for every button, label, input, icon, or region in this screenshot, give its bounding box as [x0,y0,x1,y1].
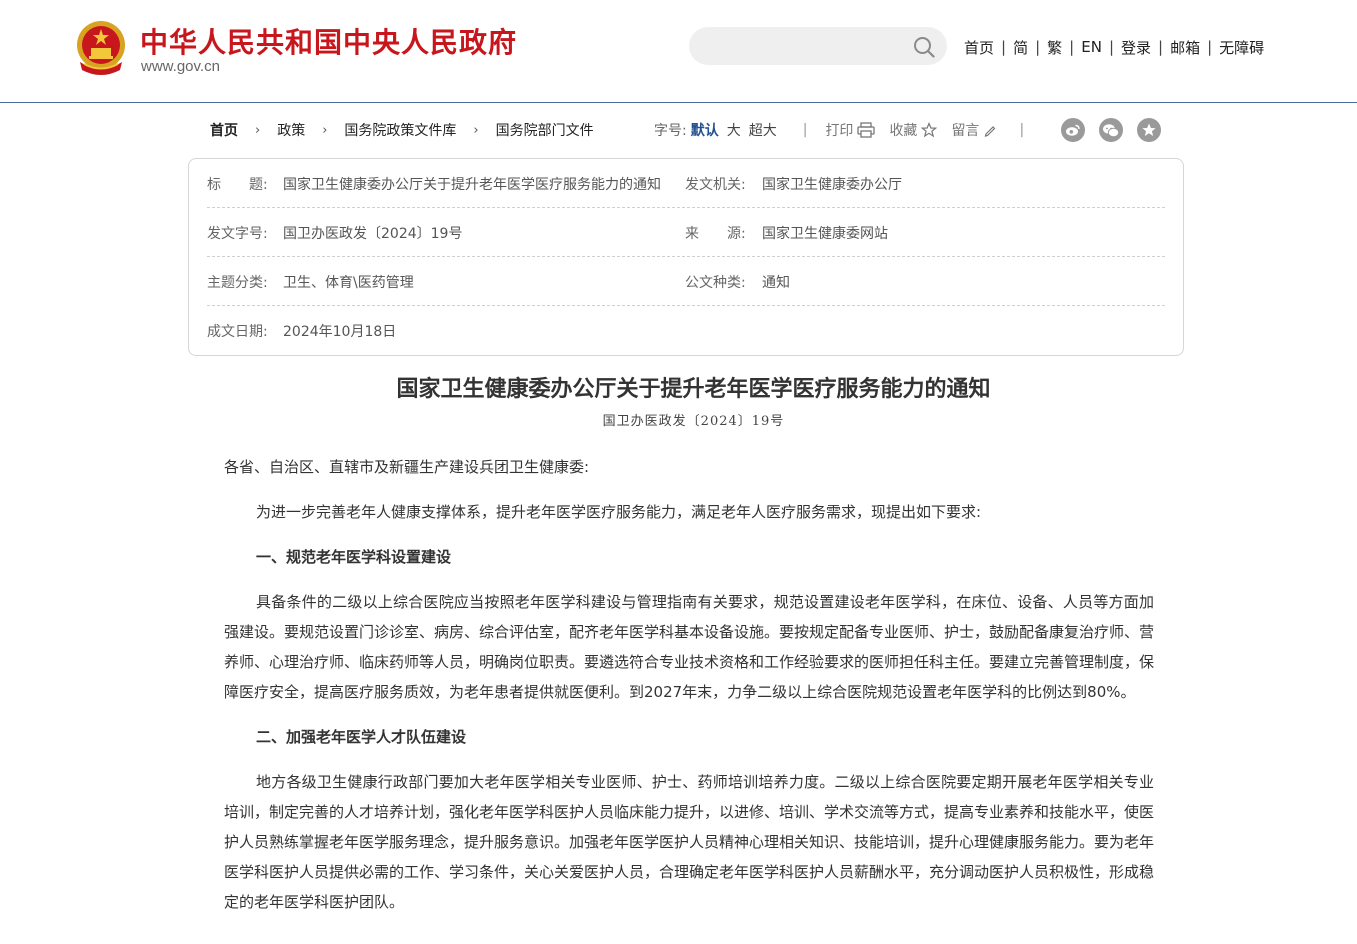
search-icon[interactable] [913,36,935,58]
nav-login[interactable]: 登录 [1121,37,1151,58]
weibo-icon[interactable] [1061,118,1085,142]
site-url: www.gov.cn [141,58,220,75]
comment-label: 留言 [951,123,980,139]
article-salutation: 各省、自治区、直辖市及新疆生产建设兵团卫生健康委: [224,458,590,476]
document-info-box: 标 题: 国家卫生健康委办公厅关于提升老年医学医疗服务能力的通知 发文机关: 国… [188,158,1184,356]
title-label: 标 题: [207,177,268,193]
breadcrumb-department-docs[interactable]: 国务院部门文件 [496,120,594,140]
wechat-icon[interactable] [1099,118,1123,142]
section-heading: 二、加强老年医学人才队伍建设 [256,728,467,746]
chevron-right-icon: › [322,122,328,138]
font-size-xlarge[interactable]: 超大 [749,120,777,140]
font-size-default[interactable]: 默认 [691,120,719,140]
date-value: 2024年10月18日 [283,324,397,340]
source-label: 来 源: [685,226,746,242]
nav-separator: | [1035,38,1041,56]
doctype-label: 公文种类: [685,275,746,291]
national-emblem-logo[interactable] [74,20,128,76]
source-value: 国家卫生健康委网站 [762,226,888,242]
nav-separator: | [1001,38,1007,56]
nav-separator: | [1207,38,1213,56]
info-row-date: 成文日期: 2024年10月18日 [207,306,1165,354]
info-row-title: 标 题: 国家卫生健康委办公厅关于提升老年医学医疗服务能力的通知 发文机关: 国… [207,159,1165,208]
nav-home[interactable]: 首页 [964,37,994,58]
site-name[interactable]: 中华人民共和国中央人民政府 [140,21,517,61]
breadcrumb-policy-library[interactable]: 国务院政策文件库 [344,120,456,140]
date-label: 成文日期: [207,324,268,340]
chevron-right-icon: › [255,122,261,138]
doctype-value: 通知 [762,275,790,291]
print-button[interactable]: 打印 [825,120,876,140]
top-nav: 首页 | 简 | 繁 | EN | 登录 | 邮箱 | 无障碍 [964,36,1264,58]
article-body: 各省、自治区、直辖市及新疆生产建设兵团卫生健康委: 为进一步完善老年人健康支撑体… [224,452,1154,932]
section-paragraph: 地方各级卫生健康行政部门要加大老年医学相关专业医师、护士、药师培训培养力度。二级… [224,773,1155,911]
info-row-docno: 发文字号: 国卫办医政发〔2024〕19号 来 源: 国家卫生健康委网站 [207,208,1165,257]
article-intro: 为进一步完善老年人健康支撑体系，提升老年医学医疗服务能力，满足老年人医疗服务需求… [256,503,982,521]
nav-simplified[interactable]: 简 [1013,37,1028,58]
breadcrumb-home[interactable]: 首页 [210,120,238,140]
section-heading: 一、规范老年医学科设置建设 [256,548,452,566]
topic-label: 主题分类: [207,275,268,291]
issuer-value: 国家卫生健康委办公厅 [762,177,902,193]
search-input[interactable] [705,35,899,59]
topic-value: 卫生、体育\医药管理 [283,275,414,291]
article-tools: 字号: 默认 大 超大 | 打印 收藏 留言 | [654,119,1044,141]
star-icon[interactable] [1137,118,1161,142]
section-paragraph: 具备条件的二级以上综合医院应当按照老年医学科建设与管理指南有关要求，规范设置建设… [224,593,1155,701]
article-title: 国家卫生健康委办公厅关于提升老年医学医疗服务能力的通知 [396,376,991,402]
nav-separator: | [1108,38,1114,56]
nav-separator: | [1158,38,1164,56]
article-doc-number: 国卫办医政发〔2024〕19号 [602,414,785,429]
nav-accessibility[interactable]: 无障碍 [1219,37,1264,58]
star-outline-icon [921,122,938,138]
comment-button[interactable]: 留言 [951,120,997,140]
nav-mail[interactable]: 邮箱 [1170,37,1200,58]
nav-traditional[interactable]: 繁 [1047,37,1062,58]
print-label: 打印 [825,123,854,139]
chevron-right-icon: › [473,122,479,138]
printer-icon [857,122,876,138]
font-size-label: 字号: [654,123,687,139]
nav-english[interactable]: EN [1081,38,1102,56]
info-row-topic: 主题分类: 卫生、体育\医药管理 公文种类: 通知 [207,257,1165,306]
search-box [689,27,947,65]
title-value: 国家卫生健康委办公厅关于提升老年医学医疗服务能力的通知 [283,177,661,193]
favorite-label: 收藏 [889,123,918,139]
site-header: 中华人民共和国中央人民政府 www.gov.cn 首页 | 简 | 繁 | EN… [0,0,1357,103]
issuer-label: 发文机关: [685,177,746,193]
font-size-large[interactable]: 大 [727,120,741,140]
docno-value: 国卫办医政发〔2024〕19号 [283,226,463,242]
nav-separator: | [1069,38,1075,56]
docno-label: 发文字号: [207,226,268,242]
breadcrumb-policy[interactable]: 政策 [277,120,305,140]
favorite-button[interactable]: 收藏 [889,120,938,140]
breadcrumb: 首页 › 政策 › 国务院政策文件库 › 国务院部门文件 [210,119,594,141]
tools-separator: | [802,122,808,138]
pencil-icon [985,126,996,137]
tools-separator: | [1019,122,1025,138]
